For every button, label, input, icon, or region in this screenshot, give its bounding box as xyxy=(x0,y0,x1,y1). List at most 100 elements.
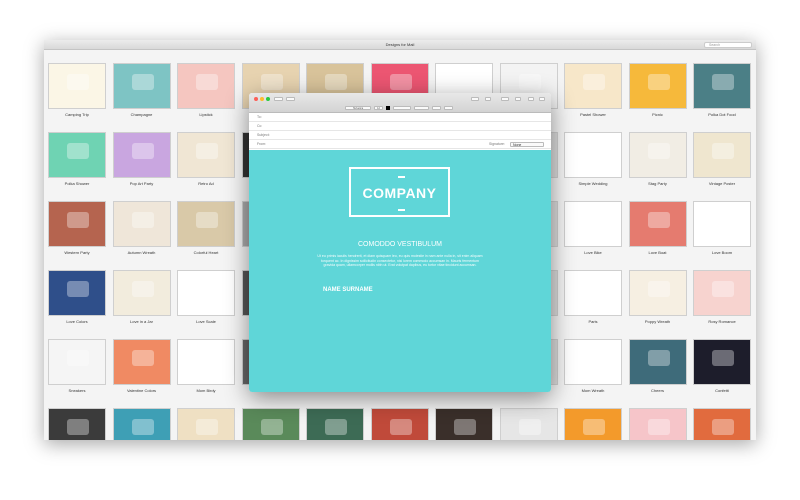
template-thumbnail[interactable] xyxy=(177,270,235,316)
template-thumbnail[interactable] xyxy=(112,63,171,109)
template-label: Lipstick xyxy=(199,112,213,117)
template-label: Paris xyxy=(588,319,598,324)
template-thumbnail[interactable] xyxy=(628,408,687,440)
template-thumbnail[interactable] xyxy=(435,408,493,440)
template-label: Love Colors xyxy=(66,319,88,324)
template-thumbnail[interactable] xyxy=(564,63,622,109)
template-thumbnail[interactable] xyxy=(112,201,171,247)
template-thumbnail[interactable] xyxy=(48,339,106,385)
signature-select[interactable]: None xyxy=(510,142,544,147)
title-bar: Designs for Mail Search xyxy=(44,40,756,50)
reply-icon[interactable] xyxy=(471,97,479,101)
logo-text: COMPANY xyxy=(362,185,437,201)
alignment-buttons[interactable] xyxy=(414,106,429,110)
to-label: To: xyxy=(257,115,262,119)
from-field[interactable]: From: Signature: None xyxy=(249,140,551,149)
template-label: Love Scale xyxy=(196,319,216,324)
header-fields-icon[interactable] xyxy=(286,97,295,101)
attach-icon[interactable] xyxy=(485,97,491,101)
thumbnail-artwork xyxy=(67,419,89,435)
text-color-button[interactable] xyxy=(386,106,390,110)
thumbnail-artwork xyxy=(647,212,670,228)
thumbnail-artwork xyxy=(196,419,218,435)
minimize-button[interactable] xyxy=(260,97,264,101)
thumbnail-artwork xyxy=(131,74,154,90)
template-thumbnail[interactable] xyxy=(112,270,171,316)
template-thumbnail[interactable] xyxy=(112,132,171,178)
template-thumbnail[interactable] xyxy=(628,63,687,109)
template-thumbnail[interactable] xyxy=(693,63,751,109)
font-icon[interactable] xyxy=(515,97,521,101)
thumbnail-artwork xyxy=(67,212,89,228)
thumbnail-artwork xyxy=(131,281,154,297)
template-thumbnail[interactable] xyxy=(48,408,106,440)
template-thumbnail[interactable] xyxy=(693,339,751,385)
template-thumbnail[interactable] xyxy=(241,408,300,440)
template-heading: COMODDO VESTIBULUM xyxy=(357,241,442,248)
close-button[interactable] xyxy=(254,97,258,101)
thumbnail-artwork xyxy=(389,74,412,90)
font-size-select[interactable]: 12 xyxy=(374,106,383,110)
template-thumbnail[interactable] xyxy=(564,408,622,440)
template-thumbnail[interactable] xyxy=(693,201,751,247)
indent-button[interactable] xyxy=(444,106,453,110)
template-thumbnail[interactable] xyxy=(112,408,171,440)
thumbnail-artwork xyxy=(647,74,670,90)
send-icon[interactable] xyxy=(274,97,283,101)
thumbnail-artwork xyxy=(67,281,89,297)
template-label: Vintage Poster xyxy=(708,181,736,186)
template-thumbnail[interactable] xyxy=(693,132,751,178)
template-label: Polka Dot Food xyxy=(708,112,736,117)
thumbnail-artwork xyxy=(131,212,154,228)
template-thumbnail[interactable] xyxy=(628,132,687,178)
format-icon[interactable] xyxy=(501,97,509,101)
thumbnail-artwork xyxy=(454,74,476,90)
template-thumbnail[interactable] xyxy=(564,270,622,316)
list-button[interactable] xyxy=(432,106,441,110)
window-title: Designs for Mail xyxy=(385,42,415,47)
template-thumbnail[interactable] xyxy=(628,201,687,247)
template-label: Picnic xyxy=(652,112,663,117)
thumbnail-artwork xyxy=(196,281,218,297)
template-thumbnail[interactable] xyxy=(628,270,687,316)
thumbnail-artwork xyxy=(260,74,283,90)
stationery-icon[interactable] xyxy=(539,97,545,101)
template-thumbnail[interactable] xyxy=(177,63,235,109)
template-thumbnail[interactable] xyxy=(628,339,687,385)
email-template-body[interactable]: COMPANY COMODDO VESTIBULUM Ut eu primis … xyxy=(249,150,551,392)
template-thumbnail[interactable] xyxy=(177,132,235,178)
font-select[interactable]: Helvetica xyxy=(345,106,371,110)
template-thumbnail[interactable] xyxy=(693,408,751,440)
cc-field[interactable]: Cc: xyxy=(249,122,551,131)
subject-field[interactable]: Subject: xyxy=(249,131,551,140)
template-thumbnail[interactable] xyxy=(564,132,622,178)
template-thumbnail[interactable] xyxy=(177,339,235,385)
mail-compose-window: Helvetica 12 To: Cc: Subject: From: Sign… xyxy=(249,93,551,392)
template-thumbnail[interactable] xyxy=(112,339,171,385)
thumbnail-artwork xyxy=(647,350,670,366)
template-thumbnail[interactable] xyxy=(177,201,235,247)
template-thumbnail[interactable] xyxy=(564,339,622,385)
photo-icon[interactable] xyxy=(528,97,534,101)
template-thumbnail[interactable] xyxy=(564,201,622,247)
template-thumbnail[interactable] xyxy=(48,270,106,316)
template-thumbnail[interactable] xyxy=(306,408,364,440)
to-field[interactable]: To: xyxy=(249,113,551,122)
template-thumbnail[interactable] xyxy=(693,270,751,316)
template-thumbnail[interactable] xyxy=(48,132,106,178)
cc-label: Cc: xyxy=(257,124,263,128)
thumbnail-artwork xyxy=(583,143,605,159)
template-thumbnail[interactable] xyxy=(177,408,235,440)
thumbnail-artwork xyxy=(67,143,89,159)
template-thumbnail[interactable] xyxy=(48,201,106,247)
template-thumbnail[interactable] xyxy=(48,63,106,109)
template-thumbnail[interactable] xyxy=(499,408,558,440)
template-thumbnail[interactable] xyxy=(370,408,429,440)
zoom-button[interactable] xyxy=(266,97,270,101)
bold-italic-underline-buttons[interactable] xyxy=(393,106,411,110)
template-label: Simple Wedding xyxy=(578,181,608,186)
thumbnail-artwork xyxy=(67,350,89,366)
thumbnail-artwork xyxy=(454,419,476,435)
template-label: Sneakers xyxy=(68,388,86,393)
search-input[interactable]: Search xyxy=(704,42,752,48)
